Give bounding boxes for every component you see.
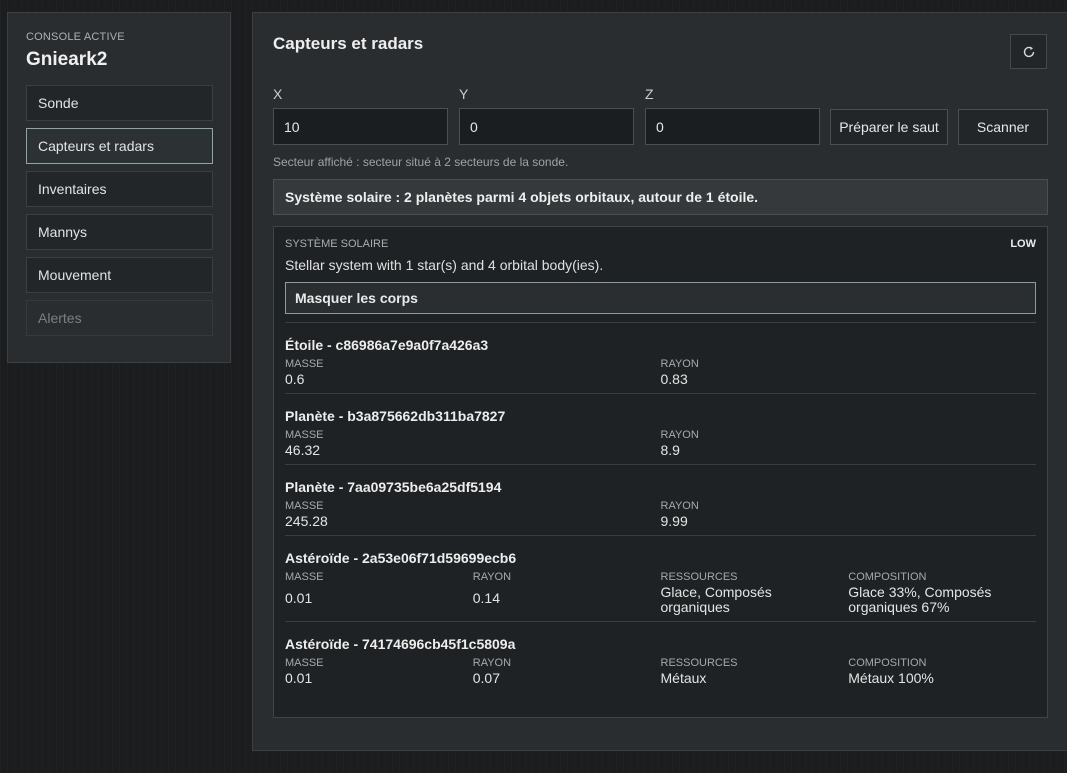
detail-level-badge: LOW: [1010, 238, 1036, 250]
refresh-button[interactable]: [1010, 34, 1047, 69]
composition-value: organiques 67%: [848, 599, 950, 615]
composition-value: Glace 33%, Composés: [848, 584, 992, 600]
system-summary: Système solaire : 2 planètes parmi 4 obj…: [273, 179, 1048, 215]
mass-label: MASSE: [285, 657, 324, 669]
x-label: X: [273, 86, 283, 102]
nav-item-sonde[interactable]: Sonde: [26, 85, 213, 121]
body-row: Planète - 7aa09735be6a25df5194 MASSE 245.…: [285, 465, 1036, 536]
y-input[interactable]: [459, 108, 634, 145]
resources-label: RESSOURCES: [660, 571, 738, 583]
mass-label: MASSE: [285, 500, 324, 512]
body-row: Étoile - c86986a7e9a0f7a426a3 MASSE 0.6 R…: [285, 323, 1036, 394]
system-description: Stellar system with 1 star(s) and 4 orbi…: [285, 257, 604, 273]
body-row: Astéroïde - 74174696cb45f1c5809a MASSE 0.…: [285, 622, 1036, 692]
system-label: SYSTÈME SOLAIRE: [285, 238, 389, 250]
x-input[interactable]: [273, 108, 448, 145]
resources-value: Métaux: [660, 670, 707, 686]
nav-item-mannys[interactable]: Mannys: [26, 214, 213, 250]
nav-item-capteurs-et-radars[interactable]: Capteurs et radars: [26, 128, 213, 164]
radius-label: RAYON: [660, 500, 699, 512]
mass-value: 0.01: [285, 590, 313, 606]
solar-system-card: SYSTÈME SOLAIRE LOW Stellar system with …: [273, 226, 1048, 718]
resources-label: RESSOURCES: [660, 657, 738, 669]
console-name: Gnieark2: [26, 49, 108, 70]
mass-label: MASSE: [285, 571, 324, 583]
refresh-icon: [1023, 46, 1034, 57]
radius-label: RAYON: [472, 657, 512, 669]
prepare-jump-button[interactable]: Préparer le saut: [830, 109, 948, 145]
radius-value: 0.14: [472, 590, 500, 606]
body-title: Planète - b3a875662db311ba7827: [285, 408, 506, 424]
sidebar: CONSOLE ACTIVE Gnieark2 Sonde Capteurs e…: [7, 12, 231, 363]
sector-note: Secteur affiché : secteur situé à 2 sect…: [273, 155, 569, 169]
nav-item-alertes[interactable]: Alertes: [26, 300, 213, 336]
radius-value: 9.99: [660, 513, 688, 529]
hide-bodies-button[interactable]: Masquer les corps: [285, 282, 1036, 314]
scan-button[interactable]: Scanner: [958, 109, 1048, 145]
nav-item-inventaires[interactable]: Inventaires: [26, 171, 213, 207]
mass-value: 0.6: [285, 371, 305, 387]
resources-value: organiques: [660, 599, 730, 615]
z-input[interactable]: [645, 108, 820, 145]
mass-value: 46.32: [285, 442, 321, 458]
body-title: Étoile - c86986a7e9a0f7a426a3: [285, 337, 489, 353]
mass-value: 0.01: [285, 670, 313, 686]
composition-label: COMPOSITION: [848, 571, 927, 583]
radius-label: RAYON: [472, 571, 512, 583]
radius-value: 0.07: [472, 670, 500, 686]
page-title: Capteurs et radars: [273, 34, 424, 53]
body-title: Planète - 7aa09735be6a25df5194: [285, 479, 502, 495]
y-label: Y: [459, 86, 469, 102]
console-label: CONSOLE ACTIVE: [26, 31, 125, 43]
body-row: Astéroïde - 2a53e06f71d59699ecb6 MASSE 0.…: [285, 536, 1036, 622]
composition-value: Métaux 100%: [848, 670, 934, 686]
resources-value: Glace, Composés: [660, 584, 772, 600]
radius-value: 0.83: [660, 371, 688, 387]
radius-value: 8.9: [660, 442, 680, 458]
mass-value: 245.28: [285, 513, 328, 529]
nav-item-mouvement[interactable]: Mouvement: [26, 257, 213, 293]
body-row: Planète - b3a875662db311ba7827 MASSE 46.3…: [285, 394, 1036, 465]
main-panel: Capteurs et radars X Y Z Préparer le sau…: [252, 12, 1067, 751]
mass-label: MASSE: [285, 429, 324, 441]
mass-label: MASSE: [285, 358, 324, 370]
radius-label: RAYON: [660, 429, 699, 441]
radius-label: RAYON: [660, 358, 699, 370]
z-label: Z: [645, 86, 654, 102]
composition-label: COMPOSITION: [848, 657, 927, 669]
body-title: Astéroïde - 74174696cb45f1c5809a: [285, 636, 516, 652]
body-title: Astéroïde - 2a53e06f71d59699ecb6: [285, 550, 517, 566]
